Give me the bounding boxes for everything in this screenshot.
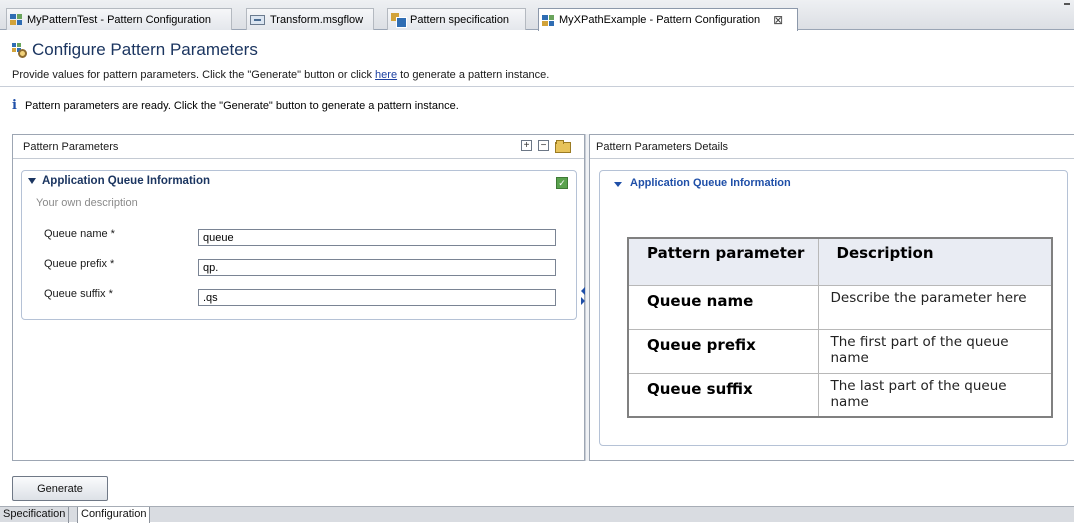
open-folder-icon[interactable] (555, 140, 571, 153)
queue-suffix-input[interactable] (198, 289, 556, 306)
minimize-icon[interactable] (1064, 3, 1070, 6)
pane-toolbar: + − (521, 140, 571, 153)
page-title-text: Configure Pattern Parameters (32, 40, 258, 59)
form-description: Provide values for pattern parameters. C… (12, 69, 549, 81)
arrow-right-icon[interactable] (581, 297, 585, 305)
queue-prefix-label: Queue prefix * (44, 258, 115, 270)
page-title: Configure Pattern Parameters (12, 38, 258, 62)
column-header: Pattern parameter (627, 237, 819, 286)
editor-page-tabs: Specification Configuration (0, 506, 1074, 523)
tab-pattern-specification[interactable]: Pattern specification (387, 8, 526, 30)
pane-header: Pattern Parameters + − (13, 135, 584, 159)
table-row: Queue name Describe the parameter here (627, 284, 1053, 330)
param-name-cell: Queue prefix (627, 328, 819, 374)
param-desc-cell: The first part of the queue name (817, 328, 1053, 374)
pane-title: Pattern Parameters (23, 140, 119, 153)
tab-specification[interactable]: Specification (0, 507, 70, 523)
tab-myxpathexample-config[interactable]: MyXPathExample - Pattern Configuration ⊠ (538, 8, 798, 31)
pattern-spec-icon (391, 13, 407, 28)
info-icon: i (12, 98, 17, 113)
collapse-all-icon[interactable]: − (538, 140, 549, 151)
queue-suffix-label: Queue suffix * (44, 288, 113, 300)
queue-prefix-input[interactable] (198, 259, 556, 276)
pattern-config-icon (12, 43, 27, 58)
description-text-end: to generate a pattern instance. (397, 69, 550, 81)
details-section: Application Queue Information Pattern pa… (599, 170, 1068, 446)
pane-title: Pattern Parameters Details (596, 140, 729, 153)
chevron-down-icon (614, 182, 622, 187)
pattern-parameters-pane: Pattern Parameters + − Application Queue… (12, 134, 585, 461)
table-row: Queue prefix The first part of the queue… (627, 328, 1053, 374)
tab-transform-msgflow[interactable]: Transform.msgflow (246, 8, 374, 30)
chevron-down-icon (28, 178, 36, 184)
checkbox-checked-icon[interactable]: ✓ (556, 177, 568, 189)
pattern-parameters-details-pane: Pattern Parameters Details Application Q… (589, 134, 1074, 461)
editor-tab-bar: MyPatternTest - Pattern Configuration Tr… (0, 0, 1074, 31)
table-row: Queue suffix The last part of the queue … (627, 372, 1053, 418)
section-description: Your own description (36, 197, 138, 209)
arrow-left-icon[interactable] (581, 287, 585, 295)
details-section-title: Application Queue Information (630, 177, 791, 189)
application-queue-section: Application Queue Information ✓ Your own… (21, 170, 577, 320)
tab-label: MyPatternTest - Pattern Configuration (27, 13, 212, 26)
param-desc-cell: The last part of the queue name (817, 372, 1053, 418)
description-text: Provide values for pattern parameters. C… (12, 69, 376, 81)
header-divider (0, 86, 1074, 87)
tab-label: Transform.msgflow (270, 13, 364, 26)
queue-prefix-row: Queue prefix * (44, 258, 564, 276)
param-desc-cell: Describe the parameter here (817, 284, 1053, 330)
parameter-table: Pattern parameter Description Queue name… (627, 237, 1053, 418)
column-header: Description (817, 237, 1053, 286)
generate-button[interactable]: Generate (12, 476, 108, 501)
param-name-cell: Queue suffix (627, 372, 819, 418)
tab-label: MyXPathExample - Pattern Configuration (559, 14, 761, 26)
param-name-cell: Queue name (627, 284, 819, 330)
pattern-icon (542, 14, 554, 26)
queue-name-row: Queue name * (44, 228, 564, 246)
pane-header: Pattern Parameters Details (590, 135, 1074, 159)
here-link[interactable]: here (375, 69, 397, 81)
info-message: i Pattern parameters are ready. Click th… (12, 98, 459, 113)
pattern-icon (10, 14, 22, 25)
tab-mypatterntest-config[interactable]: MyPatternTest - Pattern Configuration (6, 8, 232, 30)
expand-all-icon[interactable]: + (521, 140, 532, 151)
tab-configuration[interactable]: Configuration (77, 507, 151, 523)
queue-name-label: Queue name * (44, 228, 115, 240)
info-message-text: Pattern parameters are ready. Click the … (24, 99, 459, 112)
msgflow-icon (250, 14, 265, 25)
table-header-row: Pattern parameter Description (627, 237, 1053, 286)
tab-label: Pattern specification (410, 13, 510, 26)
section-toggle[interactable]: Application Queue Information (28, 175, 210, 187)
details-section-toggle[interactable]: Application Queue Information (614, 177, 791, 189)
section-title: Application Queue Information (42, 175, 211, 187)
queue-suffix-row: Queue suffix * (44, 288, 564, 306)
queue-name-input[interactable] (198, 229, 556, 246)
close-icon[interactable]: ⊠ (773, 13, 783, 27)
